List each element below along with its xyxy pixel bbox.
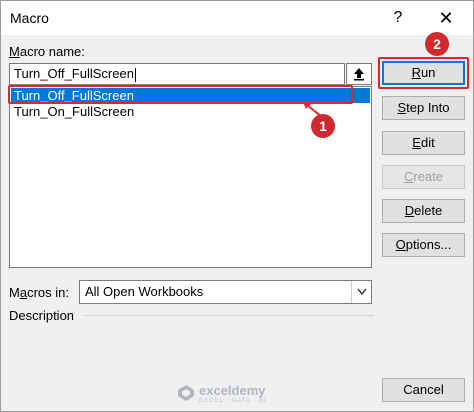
title-bar: Macro ? ✕	[1, 1, 473, 35]
description-label: Description	[9, 308, 75, 323]
window-title: Macro	[10, 10, 49, 26]
text-caret	[134, 67, 136, 82]
cancel-button[interactable]: Cancel	[382, 378, 465, 402]
macros-in-value: All Open Workbooks	[85, 284, 204, 299]
watermark-tagline: EXCEL · DATA · BI	[199, 398, 267, 404]
list-item-label: Turn_Off_FullScreen	[14, 88, 134, 103]
options-button[interactable]: Options...	[382, 233, 465, 257]
exceldemy-logo-icon	[178, 385, 194, 401]
macro-name-value: Turn_Off_FullScreen	[14, 66, 134, 81]
description-divider	[84, 315, 374, 316]
step-into-button[interactable]: Step Into	[382, 96, 465, 120]
dropdown-arrow[interactable]	[351, 281, 371, 303]
step-badge-1: 1	[311, 114, 335, 138]
macro-name-input[interactable]: Turn_Off_FullScreen	[9, 63, 345, 85]
macros-in-label: Macros in:	[9, 285, 69, 300]
list-item-label: Turn_On_FullScreen	[14, 104, 135, 119]
edit-button[interactable]: Edit	[382, 131, 465, 155]
exceldemy-watermark: exceldemy EXCEL · DATA · BI	[177, 381, 297, 409]
close-button[interactable]: ✕	[433, 7, 459, 29]
run-button[interactable]: Run	[382, 61, 465, 85]
macro-name-label: Macro name:	[9, 44, 85, 59]
create-button[interactable]: Create	[382, 165, 465, 189]
watermark-name: exceldemy	[199, 383, 266, 398]
delete-button[interactable]: Delete	[382, 199, 465, 223]
macros-in-select[interactable]: All Open Workbooks	[79, 280, 372, 304]
help-button[interactable]: ?	[387, 7, 409, 29]
upload-arrow-icon	[354, 68, 364, 81]
chevron-down-icon	[356, 288, 367, 296]
upload-arrow-button[interactable]	[346, 63, 372, 85]
macro-dialog: Macro ? ✕ Macro name: Turn_Off_FullScree…	[0, 0, 474, 412]
step-badge-2: 2	[425, 32, 449, 56]
